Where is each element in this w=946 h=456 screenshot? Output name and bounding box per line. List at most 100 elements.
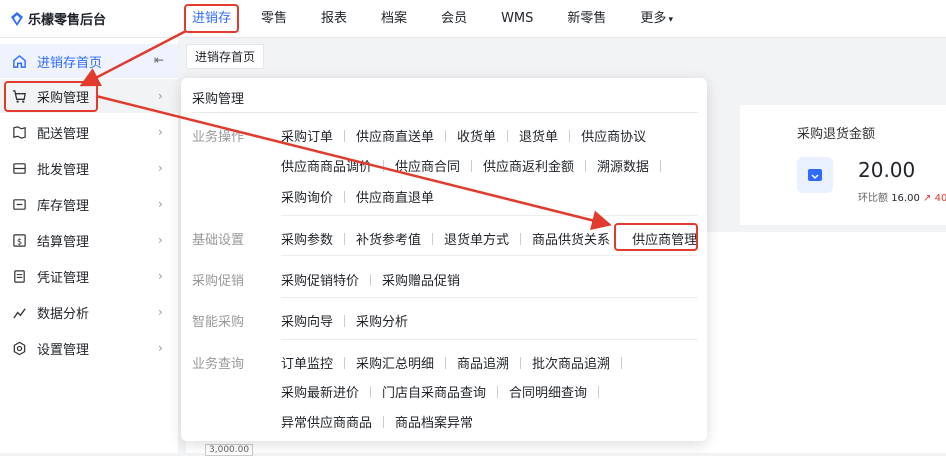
menu-item[interactable]: 供应商协议	[581, 126, 646, 145]
sidebar-item-delivery[interactable]: 配送管理 ›	[0, 115, 178, 149]
sidebar-item-label: 配送管理	[37, 126, 90, 142]
nav-tab-members[interactable]: 会员	[431, 0, 477, 37]
menu-item[interactable]: 商品供货关系	[532, 229, 610, 248]
purchase-menu-popup: 采购管理 业务操作 采购订单 供应商直送单 收货单 退货单 供应商协议 供应商商…	[181, 78, 707, 441]
menu-item[interactable]: 采购参数	[281, 229, 333, 248]
menu-row: 采购向导 采购分析	[281, 311, 408, 330]
sidebar-item-wholesale[interactable]: 批发管理 ›	[0, 151, 178, 185]
sidebar-item-label: 数据分析	[37, 306, 90, 322]
sidebar-item-inventory[interactable]: 库存管理 ›	[0, 187, 178, 221]
menu-item[interactable]: 采购赠品促销	[382, 270, 460, 289]
menu-row: 供应商商品调价 供应商合同 供应商返利金额 溯源数据	[281, 156, 672, 175]
chevron-right-icon: ›	[158, 197, 163, 211]
menu-item[interactable]: 补货参考值	[356, 229, 421, 248]
tab-home[interactable]: 进销存首页	[186, 44, 265, 69]
popup-title: 采购管理	[192, 92, 245, 107]
menu-item[interactable]: 批次商品追溯	[532, 353, 610, 372]
menu-item[interactable]: 合同明细查询	[509, 382, 587, 401]
brand-logo-icon	[11, 11, 23, 26]
chevron-right-icon: ›	[158, 161, 163, 175]
chevron-right-icon: ›	[158, 269, 163, 283]
menu-row: 采购询价 供应商直退单	[281, 187, 434, 206]
menu-item[interactable]: 供应商商品调价	[281, 156, 372, 175]
menu-row: 采购订单 供应商直送单 收货单 退货单 供应商协议	[281, 126, 646, 145]
divider	[192, 112, 698, 113]
menu-item[interactable]: 溯源数据	[597, 156, 649, 175]
menu-item[interactable]: 门店自采商品查询	[382, 382, 486, 401]
menu-item[interactable]: 退货单	[519, 126, 558, 145]
divider	[281, 339, 698, 340]
nav-tab-archives[interactable]: 档案	[371, 0, 417, 37]
sidebar-item-label: 结算管理	[37, 234, 90, 250]
sidebar-item-analytics[interactable]: 数据分析 ›	[0, 295, 178, 329]
menu-item[interactable]: 退货单方式	[444, 229, 509, 248]
box-icon	[11, 160, 27, 176]
inventory-icon	[11, 196, 27, 212]
menu-item[interactable]: 采购最新进价	[281, 382, 359, 401]
menu-item[interactable]: 供应商直退单	[356, 187, 434, 206]
sidebar-item-label: 批发管理	[37, 162, 90, 178]
category-label: 智能采购	[192, 315, 245, 330]
nav-tab-new-retail[interactable]: 新零售	[557, 0, 616, 37]
menu-item[interactable]: 异常供应商商品	[281, 412, 372, 431]
chevron-right-icon: ›	[158, 125, 163, 139]
category-label: 采购促销	[192, 274, 245, 289]
category-label: 业务查询	[192, 357, 245, 372]
divider	[281, 255, 698, 256]
svg-text:$: $	[16, 236, 21, 246]
menu-item[interactable]: 供应商直送单	[356, 126, 434, 145]
chevron-right-icon: ›	[158, 233, 163, 247]
menu-item[interactable]: 采购询价	[281, 187, 333, 206]
menu-item[interactable]: 供应商返利金额	[483, 156, 574, 175]
card-title: 采购退货金额	[797, 127, 876, 142]
settlement-icon: $	[11, 232, 27, 248]
menu-item[interactable]: 商品档案异常	[395, 412, 473, 431]
menu-item[interactable]: 采购订单	[281, 126, 333, 145]
chevron-right-icon: ›	[158, 341, 163, 355]
caret-down-icon: ▾	[668, 15, 673, 25]
menu-item[interactable]: 采购汇总明细	[356, 353, 434, 372]
voucher-icon	[11, 268, 27, 284]
supplier-management-annotation-box	[614, 223, 698, 251]
map-icon	[11, 124, 27, 140]
card-amount: 20.00	[858, 158, 916, 182]
sidebar-item-label: 凭证管理	[37, 270, 90, 286]
home-icon	[11, 53, 27, 69]
return-icon	[797, 157, 833, 193]
menu-item[interactable]: 收货单	[457, 126, 496, 145]
page-tab-bar: 进销存首页	[186, 44, 265, 70]
nav-tab-wms[interactable]: WMS	[491, 0, 543, 37]
divider	[281, 297, 698, 298]
nav-tab-retail[interactable]: 零售	[251, 0, 297, 37]
brand[interactable]: 乐檬零售后台	[10, 9, 106, 28]
chevron-right-icon: ›	[158, 89, 163, 103]
purchase-return-card: 采购退货金额 20.00 环比额 16.00 ↗ 40	[740, 105, 946, 225]
sidebar-item-settings[interactable]: 设置管理 ›	[0, 331, 178, 365]
menu-item[interactable]: 采购向导	[281, 311, 333, 330]
menu-item[interactable]: 供应商合同	[395, 156, 460, 175]
sidebar-item-label: 设置管理	[37, 342, 90, 358]
nav-tab-reports[interactable]: 报表	[311, 0, 357, 37]
menu-item[interactable]: 采购分析	[356, 311, 408, 330]
nav-tab-jinxiaocun[interactable]: 进销存	[184, 4, 240, 33]
menu-row: 订单监控 采购汇总明细 商品追溯 批次商品追溯	[281, 353, 633, 372]
divider	[281, 215, 698, 216]
purchase-annotation-box	[4, 81, 98, 112]
brand-name: 乐檬零售后台	[28, 13, 107, 28]
sidebar-item-label: 库存管理	[37, 198, 90, 214]
sidebar-item-voucher[interactable]: 凭证管理 ›	[0, 259, 178, 293]
top-navigation-bar: 乐檬零售后台 进销存 零售 报表 档案 会员 WMS 新零售 更多 ▾	[0, 0, 946, 38]
sidebar-item-home[interactable]: 进销存首页 ⇤	[0, 44, 178, 78]
category-label: 业务操作	[192, 130, 245, 145]
chart-icon	[11, 304, 27, 320]
menu-item[interactable]: 采购促销特价	[281, 270, 359, 289]
category-label: 基础设置	[192, 233, 245, 248]
menu-item[interactable]: 订单监控	[281, 353, 333, 372]
nav-tab-more[interactable]: 更多 ▾	[630, 0, 683, 37]
collapse-sidebar-icon[interactable]: ⇤	[154, 53, 164, 67]
sidebar-item-settlement[interactable]: $ 结算管理 ›	[0, 223, 178, 257]
menu-item[interactable]: 商品追溯	[457, 353, 509, 372]
main-nav: 进销存 零售 报表 档案 会员 WMS 新零售 更多 ▾	[180, 0, 683, 37]
axis-label: 3,000.00	[205, 444, 254, 456]
menu-row: 采购促销特价 采购赠品促销	[281, 270, 460, 289]
